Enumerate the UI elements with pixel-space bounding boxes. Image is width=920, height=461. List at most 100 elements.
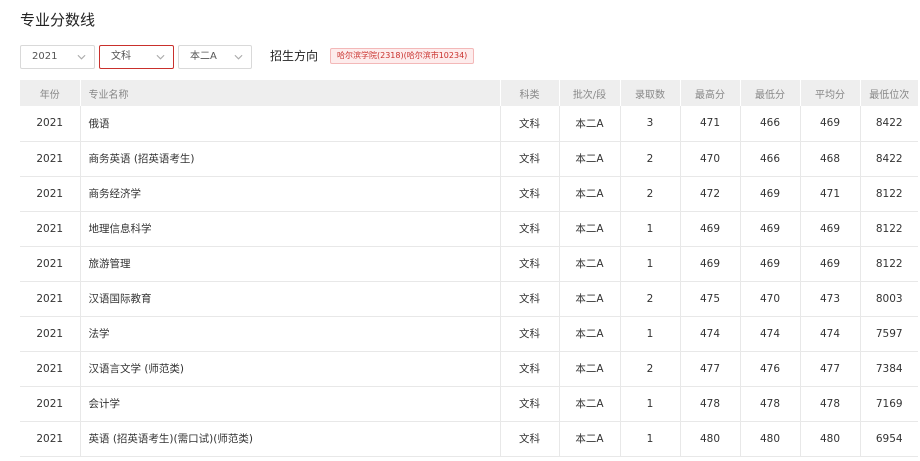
cell-year: 2021 [20,211,80,247]
cell-batch: 本二A [558,281,620,317]
table-row: 2021 英语 (招英语考生)(需口试)(师范类) 文科 本二A 1 480 4… [20,421,918,457]
cell-year: 2021 [20,176,80,212]
campus-tag[interactable]: 哈尔滨学院(2318)(哈尔滨市10234) [330,48,475,64]
year-select[interactable]: 2021 [20,45,95,69]
cell-min-rank: 7384 [859,351,918,387]
cell-subject: 文科 [499,106,559,142]
cell-min-score: 466 [739,141,800,177]
cell-min-rank: 8422 [859,106,918,142]
cell-batch: 本二A [558,176,620,212]
cell-subject: 文科 [499,351,559,387]
cell-major: 商务英语 (招英语考生) [79,141,500,177]
cell-admitted: 1 [619,421,680,457]
cell-admitted: 2 [619,351,680,387]
cell-admitted: 2 [619,176,680,212]
cell-max-score: 478 [679,386,740,422]
cell-batch: 本二A [558,316,620,352]
cell-avg-score: 478 [799,386,860,422]
subject-select-value: 文科 [111,51,131,62]
cell-admitted: 3 [619,106,680,142]
cell-avg-score: 480 [799,421,860,457]
cell-min-score: 476 [739,351,800,387]
cell-major: 会计学 [79,386,500,422]
table-row: 2021 汉语言文学 (师范类) 文科 本二A 2 477 476 477 73… [20,351,918,387]
cell-max-score: 474 [679,316,740,352]
cell-avg-score: 474 [799,316,860,352]
cell-min-score: 470 [739,281,800,317]
page-title: 专业分数线 [20,11,96,29]
cell-min-score: 469 [739,176,800,212]
cell-major: 英语 (招英语考生)(需口试)(师范类) [79,421,500,457]
cell-year: 2021 [20,386,80,422]
batch-select-value: 本二A [190,51,217,62]
cell-min-rank: 6954 [859,421,918,457]
table-row: 2021 法学 文科 本二A 1 474 474 474 7597 [20,316,918,352]
cell-subject: 文科 [499,141,559,177]
cell-min-score: 469 [739,246,800,282]
cell-batch: 本二A [558,386,620,422]
score-table: 年份 专业名称 科类 批次/段 录取数 最高分 最低分 平均分 最低位次 202… [20,80,918,457]
cell-min-score: 469 [739,211,800,247]
cell-min-rank: 8122 [859,246,918,282]
cell-year: 2021 [20,351,80,387]
cell-major: 旅游管理 [79,246,500,282]
table-header-row: 年份 专业名称 科类 批次/段 录取数 最高分 最低分 平均分 最低位次 [20,80,918,106]
header-year: 年份 [20,80,80,106]
cell-avg-score: 468 [799,141,860,177]
header-avg-score: 平均分 [799,80,860,106]
cell-avg-score: 469 [799,211,860,247]
table-row: 2021 俄语 文科 本二A 3 471 466 469 8422 [20,106,918,142]
cell-admitted: 1 [619,386,680,422]
direction-label: 招生方向 [270,49,319,63]
cell-max-score: 469 [679,246,740,282]
cell-batch: 本二A [558,211,620,247]
cell-max-score: 470 [679,141,740,177]
cell-min-score: 466 [739,106,800,142]
chevron-down-icon [77,54,86,60]
cell-max-score: 469 [679,211,740,247]
cell-min-score: 480 [739,421,800,457]
table-row: 2021 商务经济学 文科 本二A 2 472 469 471 8122 [20,176,918,212]
cell-min-rank: 8122 [859,211,918,247]
subject-select[interactable]: 文科 [99,45,174,69]
cell-admitted: 2 [619,281,680,317]
cell-avg-score: 477 [799,351,860,387]
cell-year: 2021 [20,281,80,317]
cell-subject: 文科 [499,211,559,247]
cell-batch: 本二A [558,246,620,282]
cell-major: 汉语言文学 (师范类) [79,351,500,387]
cell-min-rank: 7169 [859,386,918,422]
table-row: 2021 汉语国际教育 文科 本二A 2 475 470 473 8003 [20,281,918,317]
cell-subject: 文科 [499,246,559,282]
header-min-rank: 最低位次 [859,80,918,106]
cell-batch: 本二A [558,141,620,177]
cell-batch: 本二A [558,351,620,387]
cell-min-rank: 8122 [859,176,918,212]
table-row: 2021 会计学 文科 本二A 1 478 478 478 7169 [20,386,918,422]
cell-year: 2021 [20,421,80,457]
cell-min-score: 478 [739,386,800,422]
cell-subject: 文科 [499,281,559,317]
cell-year: 2021 [20,141,80,177]
cell-year: 2021 [20,106,80,142]
cell-min-rank: 8003 [859,281,918,317]
cell-major: 俄语 [79,106,500,142]
cell-max-score: 472 [679,176,740,212]
batch-select[interactable]: 本二A [178,45,252,69]
header-batch: 批次/段 [558,80,620,106]
table-row: 2021 商务英语 (招英语考生) 文科 本二A 2 470 466 468 8… [20,141,918,177]
cell-min-rank: 7597 [859,316,918,352]
cell-avg-score: 469 [799,246,860,282]
cell-max-score: 477 [679,351,740,387]
cell-subject: 文科 [499,386,559,422]
cell-subject: 文科 [499,316,559,352]
filter-bar: 2021 文科 本二A 招生方向 哈尔滨学院(2318)(哈尔滨市10234) [20,45,900,69]
cell-avg-score: 471 [799,176,860,212]
header-admitted: 录取数 [619,80,680,106]
cell-min-score: 474 [739,316,800,352]
header-min-score: 最低分 [739,80,800,106]
cell-subject: 文科 [499,421,559,457]
header-major: 专业名称 [79,80,500,106]
chevron-down-icon [234,54,243,60]
cell-major: 汉语国际教育 [79,281,500,317]
